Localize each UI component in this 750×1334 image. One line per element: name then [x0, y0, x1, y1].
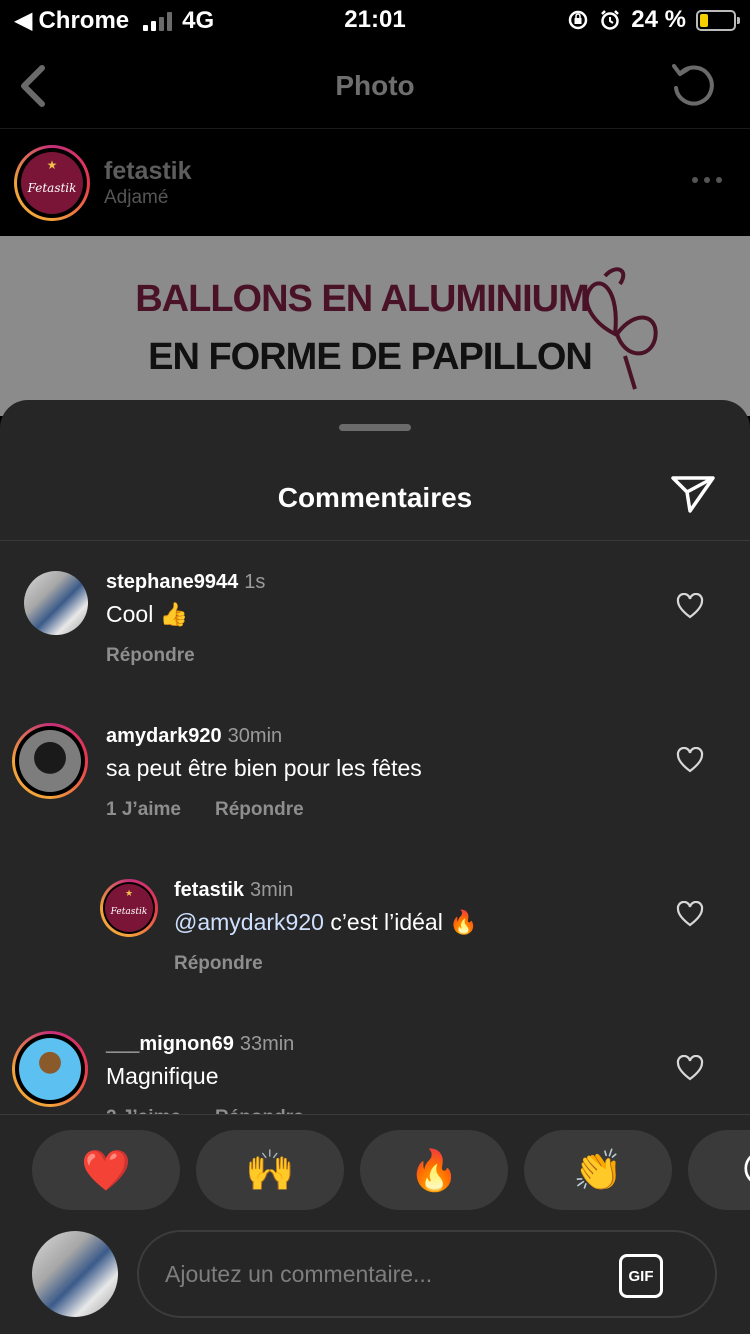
comment-list[interactable]: stephane9944 1s Cool 👍 Répondre amydark92… [0, 541, 750, 1115]
star-icon: ★ [124, 888, 134, 898]
comment-item: amydark920 30min sa peut être bien pour l… [0, 695, 750, 849]
comment-username[interactable]: fetastik 3min [174, 879, 293, 902]
comment-input[interactable]: Ajoutez un commentaire... GIF [137, 1230, 717, 1318]
clap-reaction-button[interactable]: 👏 [524, 1130, 672, 1210]
post-image[interactable]: BALLONS EN ALUMINIUM EN FORME DE PAPILLO… [0, 236, 750, 416]
refresh-icon[interactable] [668, 60, 718, 110]
heart-reaction-button[interactable]: ❤️ [32, 1130, 180, 1210]
comment-item: ___mignon6933min Magnifique 2 J’aime Rép… [0, 1003, 750, 1115]
status-bar: ◀ Chrome 4G 21:01 24 % [0, 0, 750, 40]
fetastik-logo: ★ Fetastik [21, 152, 83, 214]
comment-item: stephane9944 1s Cool 👍 Répondre [0, 541, 750, 695]
comment-username[interactable]: stephane9944 1s [106, 571, 265, 594]
quick-reactions: ❤️ 🙌 🔥 👏 😍 [32, 1130, 750, 1210]
post-avatar[interactable]: ★ Fetastik [14, 145, 90, 221]
comment-time: 3min [250, 879, 294, 901]
raised-hands-reaction-button[interactable]: 🙌 [196, 1130, 344, 1210]
post-header: ★ Fetastik fetastik Adjamé [0, 129, 750, 235]
reply-button[interactable]: Répondre [106, 645, 195, 667]
comment-time: 33min [239, 1033, 295, 1055]
comment-username[interactable]: ___mignon69 33min [106, 1033, 294, 1056]
heart-icon[interactable] [676, 1055, 704, 1081]
gif-button[interactable]: GIF [619, 1254, 663, 1298]
reply-button[interactable]: Répondre [215, 799, 304, 821]
avatar[interactable] [24, 571, 88, 635]
battery-percent: 24 % [631, 6, 686, 33]
avatar[interactable] [12, 1031, 88, 1107]
avatar-photo [19, 1038, 81, 1100]
thumbs-up-emoji: 👍 [159, 601, 189, 627]
heart-icon[interactable] [676, 747, 704, 773]
comment-text: @amydark920 c’est l’idéal 🔥 [174, 909, 478, 935]
current-user-avatar [32, 1231, 118, 1317]
more-options-icon[interactable] [692, 177, 722, 183]
comment-time: 30min [227, 725, 283, 747]
comments-sheet: Commentaires stephane9944 1s Cool 👍 Répon… [0, 400, 750, 1334]
top-nav: Photo [0, 44, 750, 128]
likes-count[interactable]: 1 J’aime [106, 799, 181, 821]
heart-icon[interactable] [676, 593, 704, 619]
heart-eyes-reaction-button[interactable]: 😍 [688, 1130, 750, 1210]
comment-text: Cool 👍 [106, 601, 189, 627]
post-username[interactable]: fetastik [104, 157, 192, 186]
comment-actions: 1 J’aime Répondre [106, 799, 304, 821]
send-icon[interactable] [670, 474, 716, 514]
reply-comment-item: ★ Fetastik fetastik 3min @amydark920 c’es… [0, 849, 750, 1003]
fire-reaction-button[interactable]: 🔥 [360, 1130, 508, 1210]
comment-composer: ❤️ 🙌 🔥 👏 😍 Ajoutez un commentaire... GIF [0, 1114, 750, 1334]
avatar[interactable]: ★ Fetastik [100, 879, 158, 937]
mention-link[interactable]: @amydark920 [174, 909, 324, 935]
fetastik-logo: ★ Fetastik [105, 884, 153, 932]
orientation-lock-icon [569, 10, 588, 30]
heart-icon[interactable] [676, 901, 704, 927]
battery-level [700, 13, 708, 27]
comment-text: Magnifique [106, 1063, 219, 1089]
fire-emoji: 🔥 [449, 909, 478, 935]
avatar[interactable] [12, 723, 88, 799]
post-location[interactable]: Adjamé [104, 187, 168, 209]
comment-actions: Répondre [174, 953, 263, 975]
sheet-title: Commentaires [277, 482, 473, 513]
drag-handle[interactable] [339, 424, 411, 431]
composer-divider [0, 1114, 750, 1115]
comment-actions: Répondre [106, 645, 195, 667]
avatar-photo [19, 730, 81, 792]
logo-word: Fetastik [27, 181, 77, 195]
page-title: Photo [335, 70, 415, 101]
comment-placeholder: Ajoutez un commentaire... [165, 1261, 433, 1287]
comment-username[interactable]: amydark920 30min [106, 725, 282, 748]
comment-text: sa peut être bien pour les fêtes [106, 755, 422, 781]
battery-icon [696, 9, 740, 31]
butterfly-icon [584, 267, 658, 390]
star-icon: ★ [46, 158, 58, 172]
status-right: 24 % [567, 6, 740, 34]
comment-time: 1s [244, 571, 266, 593]
reply-button[interactable]: Répondre [174, 953, 263, 975]
alarm-icon [601, 10, 620, 30]
